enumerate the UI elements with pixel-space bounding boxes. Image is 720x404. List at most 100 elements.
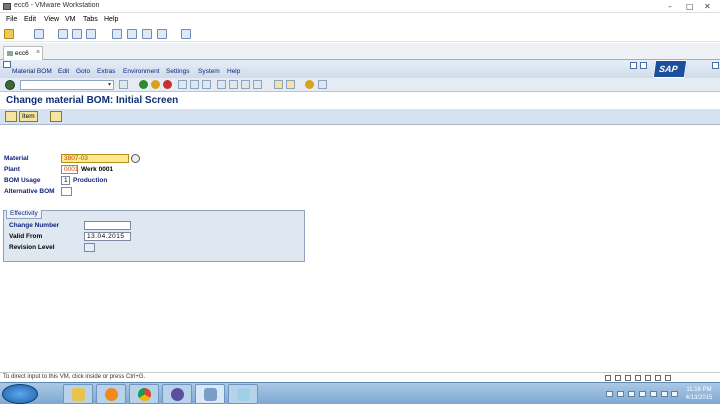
clock-time: 11:16 PM: [686, 387, 712, 393]
console-view-icon[interactable]: [181, 29, 191, 39]
clock-date: 4/13/2015: [685, 395, 713, 401]
valid-from-label: Valid From: [9, 233, 43, 240]
help-icon[interactable]: [305, 80, 314, 89]
new-session-icon[interactable]: [274, 80, 283, 89]
revert-icon[interactable]: [72, 29, 82, 39]
tray-icon-1[interactable]: [606, 391, 613, 397]
fullscreen-icon[interactable]: [142, 29, 152, 39]
sap-menu-settings[interactable]: Settings: [166, 68, 190, 75]
clock[interactable]: 11:16 PM 4/13/2015: [680, 386, 718, 402]
sap-menu-system[interactable]: System: [198, 68, 220, 75]
material-input[interactable]: 3807-03: [61, 154, 129, 163]
alternative-bom-label: Alternative BOM: [4, 188, 55, 195]
menu-file[interactable]: File: [6, 16, 17, 23]
snapshot-icon[interactable]: [58, 29, 68, 39]
device-usb-icon[interactable]: [635, 375, 641, 381]
volume-icon[interactable]: [671, 391, 678, 397]
taskbar-chrome[interactable]: [129, 384, 159, 404]
last-page-icon[interactable]: [253, 80, 262, 89]
cancel-icon[interactable]: [163, 80, 172, 89]
device-printer-icon[interactable]: [655, 375, 661, 381]
material-search-help-icon[interactable]: [131, 154, 140, 163]
sap-menu-edit[interactable]: Edit: [58, 68, 69, 75]
sap-menu-material-bom[interactable]: Material BOM: [12, 68, 52, 75]
next-page-icon[interactable]: [241, 80, 250, 89]
sap-restore-icon[interactable]: [640, 62, 647, 69]
find-next-icon[interactable]: [202, 80, 211, 89]
minimize-icon[interactable]: –: [668, 2, 672, 11]
item-button-label: Item: [22, 113, 35, 120]
explorer-icon: [72, 388, 85, 401]
valid-from-input[interactable]: 13.04.2015: [84, 232, 131, 241]
command-field[interactable]: [20, 80, 114, 90]
find-icon[interactable]: [190, 80, 199, 89]
power-icon[interactable]: [4, 29, 14, 39]
sap-system-icon[interactable]: [3, 61, 11, 68]
layout-icon[interactable]: [318, 80, 327, 89]
sap-minimize-icon[interactable]: [630, 62, 637, 69]
sap-menu-help[interactable]: Help: [227, 68, 240, 75]
sap-menu-extras[interactable]: Extras: [97, 68, 115, 75]
device-hdd-icon[interactable]: [605, 375, 611, 381]
display-icon[interactable]: [50, 111, 62, 122]
print-sap-icon[interactable]: [178, 80, 187, 89]
sap-standard-toolbar: ▾: [0, 78, 720, 92]
device-network-icon[interactable]: [625, 375, 631, 381]
taskbar-notes[interactable]: [228, 384, 258, 404]
change-number-input[interactable]: [84, 221, 131, 230]
vmware-toolbar: [0, 26, 720, 42]
device-cd-icon[interactable]: [615, 375, 621, 381]
tray-icon-4[interactable]: [639, 391, 646, 397]
start-button[interactable]: [2, 384, 38, 404]
sap-logo-text: SAP: [658, 64, 679, 74]
revision-level-label: Revision Level: [9, 244, 55, 251]
back-icon[interactable]: [139, 80, 148, 89]
plant-description: Werk 0001: [81, 166, 114, 173]
first-page-icon[interactable]: [217, 80, 226, 89]
close-icon[interactable]: ✕: [704, 2, 711, 11]
maximize-icon[interactable]: □: [686, 2, 694, 11]
manage-snapshots-icon[interactable]: [86, 29, 96, 39]
taskbar-media-player[interactable]: [96, 384, 126, 404]
sap-logo: SAP: [652, 60, 688, 78]
alternative-bom-input[interactable]: [61, 187, 72, 196]
thumbnail-icon[interactable]: [127, 29, 137, 39]
unity-icon[interactable]: [157, 29, 167, 39]
hierarchy-icon[interactable]: [5, 111, 17, 122]
sap-menu-environment[interactable]: Environment: [123, 68, 160, 75]
tab-close-icon[interactable]: ×: [36, 49, 40, 56]
save-icon[interactable]: [119, 80, 128, 89]
taskbar-vmware[interactable]: [195, 384, 225, 404]
device-sound-icon[interactable]: [645, 375, 651, 381]
menu-edit[interactable]: Edit: [24, 16, 36, 23]
tray-icon-5[interactable]: [650, 391, 657, 397]
exit-icon[interactable]: [151, 80, 160, 89]
tray-icon-3[interactable]: [628, 391, 635, 397]
command-dropdown-icon[interactable]: ▾: [108, 81, 111, 88]
enter-icon[interactable]: [5, 80, 15, 90]
taskbar-explorer[interactable]: [63, 384, 93, 404]
menu-tabs[interactable]: Tabs: [83, 16, 98, 23]
menu-help[interactable]: Help: [104, 16, 118, 23]
previous-page-icon[interactable]: [229, 80, 238, 89]
print-icon[interactable]: [34, 29, 44, 39]
vmware-app-icon: [3, 3, 11, 10]
revision-level-input[interactable]: [84, 243, 95, 252]
windows-taskbar: 11:16 PM 4/13/2015: [0, 382, 720, 404]
chrome-icon: [138, 388, 151, 401]
menu-vm[interactable]: VM: [65, 16, 76, 23]
library-icon[interactable]: [112, 29, 122, 39]
network-icon[interactable]: [661, 391, 668, 397]
sap-close-icon[interactable]: [712, 62, 719, 69]
tray-icon-2[interactable]: [617, 391, 624, 397]
tab-ecc6[interactable]: ecc6 ×: [3, 46, 43, 60]
vmware-title-bar: ecc6 - VMware Workstation – □ ✕: [0, 0, 720, 13]
sap-menu-goto[interactable]: Goto: [76, 68, 90, 75]
taskbar-eclipse[interactable]: [162, 384, 192, 404]
item-button[interactable]: Item: [19, 111, 38, 122]
device-display-icon[interactable]: [665, 375, 671, 381]
menu-view[interactable]: View: [44, 16, 59, 23]
shortcut-icon[interactable]: [286, 80, 295, 89]
plant-input[interactable]: 0001: [61, 165, 78, 174]
bom-usage-input[interactable]: 1: [61, 176, 70, 185]
